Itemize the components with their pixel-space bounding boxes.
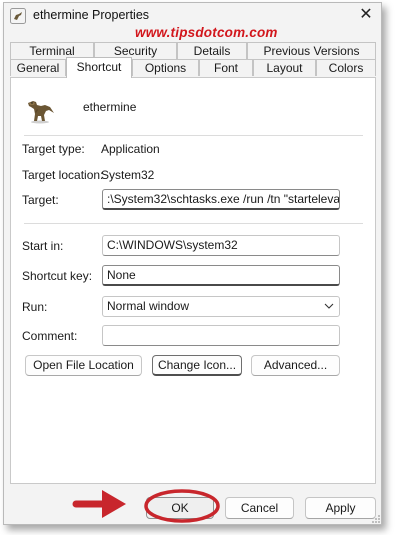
apply-button[interactable]: Apply — [305, 497, 376, 519]
watermark-text: www.tipsdotcom.com — [135, 25, 278, 40]
shortcut-name: ethermine — [83, 100, 137, 114]
target-location-label: Target location: — [22, 168, 104, 182]
run-label: Run: — [22, 300, 48, 314]
cancel-button[interactable]: Cancel — [225, 497, 294, 519]
resize-grip-icon[interactable] — [371, 514, 381, 524]
tab-details[interactable]: Details — [177, 42, 247, 59]
target-type-label: Target type: — [22, 142, 85, 156]
comment-field[interactable] — [102, 325, 340, 346]
tab-options[interactable]: Options — [132, 59, 199, 76]
divider — [24, 223, 363, 224]
open-file-location-button[interactable]: Open File Location — [25, 355, 142, 376]
tab-font[interactable]: Font — [199, 59, 253, 76]
tab-layout[interactable]: Layout — [253, 59, 316, 76]
comment-label: Comment: — [22, 329, 78, 343]
target-location-value: System32 — [101, 168, 155, 182]
target-type-value: Application — [101, 142, 160, 156]
advanced-button[interactable]: Advanced... — [251, 355, 340, 376]
run-select-value: Normal window — [107, 299, 190, 313]
divider — [24, 135, 363, 136]
tab-previous-versions[interactable]: Previous Versions — [247, 42, 376, 59]
close-icon: ✕ — [359, 6, 373, 23]
start-in-label: Start in: — [22, 239, 64, 253]
shortcut-app-icon — [10, 8, 26, 24]
dinosaur-icon — [28, 101, 54, 124]
window-title: ethermine Properties — [33, 8, 150, 22]
run-select[interactable]: Normal window — [102, 296, 340, 317]
start-in-field[interactable]: C:\WINDOWS\system32 — [102, 235, 340, 256]
close-button[interactable]: ✕ — [357, 6, 375, 24]
target-label: Target: — [22, 193, 59, 207]
highlight-arrow-annotation — [72, 489, 220, 523]
shortcut-key-field[interactable]: None — [102, 265, 340, 286]
tab-general[interactable]: General — [10, 59, 66, 76]
tab-shortcut[interactable]: Shortcut — [66, 57, 132, 78]
tab-colors[interactable]: Colors — [316, 59, 376, 76]
chevron-down-icon — [324, 303, 334, 309]
properties-dialog: ethermine Properties ✕ www.tipsdotcom.co… — [3, 2, 382, 525]
shortcut-panel: ethermine Target type: Application Targe… — [10, 77, 376, 484]
change-icon-button[interactable]: Change Icon... — [152, 355, 242, 376]
target-field[interactable]: :\System32\schtasks.exe /run /tn "starte… — [102, 189, 340, 210]
shortcut-key-label: Shortcut key: — [22, 269, 93, 283]
